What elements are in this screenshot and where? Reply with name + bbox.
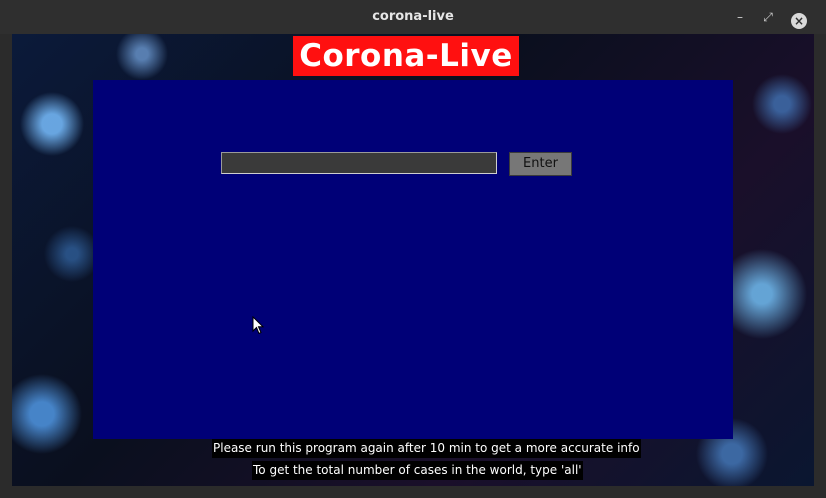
app-heading: Corona-Live	[293, 36, 519, 76]
app-window: Corona-Live Enter Please run this progra…	[12, 34, 814, 486]
info-text-refresh: Please run this program again after 10 m…	[212, 439, 641, 458]
close-button[interactable]: ×	[791, 13, 807, 29]
minimize-button[interactable]: –	[733, 10, 747, 24]
title-bar: corona-live – ⤢ ×	[0, 0, 826, 34]
mouse-cursor-icon	[252, 316, 264, 335]
maximize-button[interactable]: ⤢	[761, 10, 775, 24]
enter-button[interactable]: Enter	[509, 152, 572, 176]
info-text-all: To get the total number of cases in the …	[252, 461, 583, 480]
main-panel: Enter	[93, 80, 733, 439]
country-input[interactable]	[221, 152, 497, 174]
window-title: corona-live	[372, 9, 454, 24]
